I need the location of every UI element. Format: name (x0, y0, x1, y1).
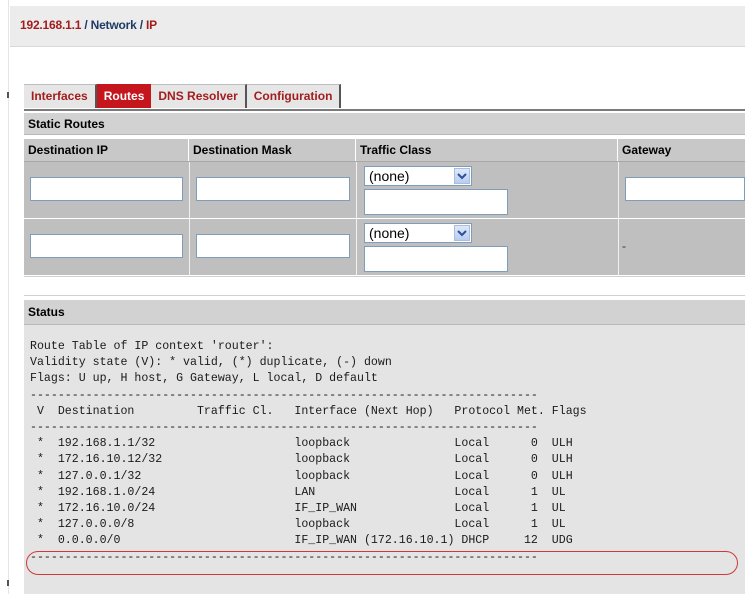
static-routes-title: Static Routes (24, 113, 745, 135)
static-routes-header: Destination IP Destination Mask Traffic … (24, 139, 745, 162)
cell-divider (189, 219, 190, 275)
destination-ip-input[interactable] (30, 234, 183, 258)
destination-mask-input[interactable] (196, 177, 350, 201)
tab-configuration[interactable]: Configuration (246, 84, 342, 108)
traffic-class-input[interactable] (364, 246, 508, 272)
cell-divider (618, 162, 619, 218)
column-header-gateway: Gateway (622, 143, 672, 157)
gateway-value: - (622, 239, 626, 253)
breadcrumb-host[interactable]: 192.168.1.1 (20, 18, 81, 32)
breadcrumb: 192.168.1.1 / Network / IP (20, 18, 157, 32)
column-header-destination-ip: Destination IP (24, 139, 189, 161)
edge-marker (7, 580, 9, 586)
tab-dns-resolver[interactable]: DNS Resolver (151, 84, 247, 108)
destination-ip-input[interactable] (30, 177, 183, 201)
cell-divider (189, 162, 190, 218)
chevron-down-icon[interactable] (454, 225, 470, 241)
static-route-row: (none) - (24, 219, 745, 276)
breadcrumb-separator: / (81, 18, 91, 32)
traffic-class-input[interactable] (364, 189, 508, 215)
status-panel: Route Table of IP context 'router': Vali… (24, 325, 745, 594)
table-footer-row (24, 276, 745, 296)
tab-routes[interactable]: Routes (96, 84, 152, 108)
gateway-input[interactable] (625, 177, 745, 201)
window-left-edge (0, 0, 9, 594)
static-route-row: (none) (24, 162, 745, 219)
cell-divider (618, 219, 619, 275)
edge-marker (7, 92, 9, 98)
tab-divider (24, 109, 745, 111)
cell-divider (356, 162, 357, 218)
column-header-traffic-class: Traffic Class (356, 139, 618, 161)
route-table-output: Route Table of IP context 'router': Vali… (30, 340, 587, 564)
breadcrumb-section[interactable]: Network (91, 18, 137, 32)
chevron-down-icon[interactable] (454, 168, 470, 184)
breadcrumb-bar: 192.168.1.1 / Network / IP (10, 6, 745, 47)
tab-bar: Interfaces Routes DNS Resolver Configura… (24, 84, 342, 108)
destination-mask-input[interactable] (196, 234, 350, 258)
breadcrumb-separator: / (136, 18, 146, 32)
traffic-class-selected: (none) (369, 168, 410, 184)
tab-interfaces[interactable]: Interfaces (24, 84, 97, 108)
status-title: Status (24, 300, 745, 325)
default-route-highlight (26, 551, 738, 575)
cell-divider (356, 219, 357, 275)
traffic-class-select[interactable]: (none) (364, 223, 472, 243)
traffic-class-select[interactable]: (none) (364, 166, 472, 186)
column-header-destination-mask: Destination Mask (189, 139, 356, 161)
breadcrumb-page: IP (145, 18, 157, 32)
traffic-class-selected: (none) (369, 225, 410, 241)
